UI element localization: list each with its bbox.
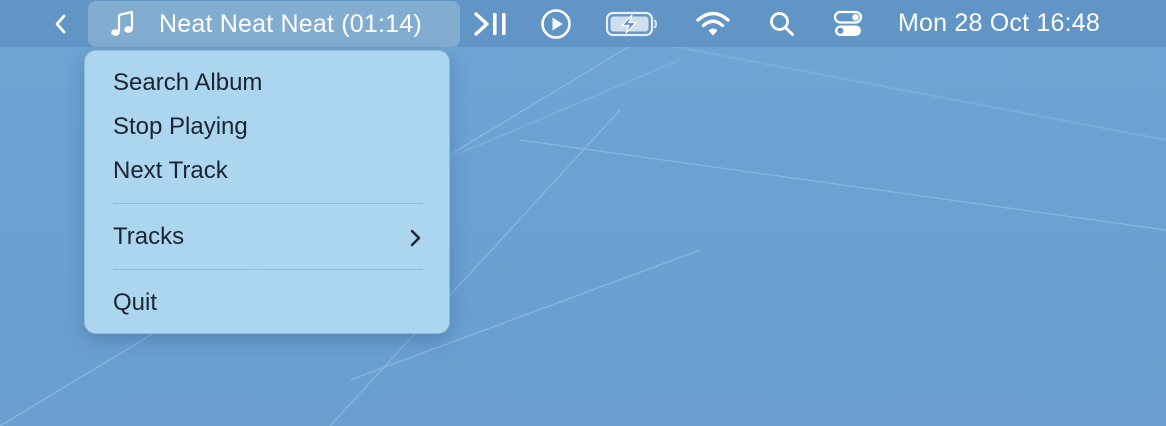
menu-item-quit[interactable]: Quit: [91, 283, 443, 323]
battery-charging-icon[interactable]: [604, 0, 660, 47]
wifi-icon[interactable]: [692, 0, 734, 47]
menu-item-label: Next Track: [113, 157, 228, 184]
control-center-icon[interactable]: [828, 0, 868, 47]
music-note-icon: [111, 10, 134, 36]
now-playing-title: Neat Neat Neat (01:14): [159, 10, 422, 38]
now-playing-dropdown-menu: Search Album Stop Playing Next Track Tra…: [84, 50, 450, 334]
menu-item-label: Search Album: [113, 69, 263, 96]
chevron-left-icon[interactable]: [46, 0, 76, 47]
menu-separator: [113, 203, 423, 204]
menu-bar-clock[interactable]: Mon 28 Oct 16:48: [898, 8, 1100, 38]
menu-item-tracks[interactable]: Tracks: [91, 217, 443, 257]
menu-bar: Neat Neat Neat (01:14) Mon 28 Oct 16:48: [0, 0, 1166, 47]
menu-item-label: Tracks: [113, 223, 185, 250]
menu-item-label: Quit: [113, 289, 158, 316]
skip-play-pause-icon[interactable]: [470, 0, 512, 47]
chevron-right-icon: [410, 229, 421, 247]
menu-item-label: Stop Playing: [113, 113, 248, 140]
menu-item-stop-playing[interactable]: Stop Playing: [91, 107, 443, 147]
menu-separator: [113, 269, 423, 270]
play-circle-icon[interactable]: [536, 0, 576, 47]
search-icon[interactable]: [762, 0, 802, 47]
menu-item-next-track[interactable]: Next Track: [91, 151, 443, 191]
now-playing-menu-button[interactable]: Neat Neat Neat (01:14): [88, 1, 460, 47]
menu-item-search-album[interactable]: Search Album: [91, 63, 443, 103]
